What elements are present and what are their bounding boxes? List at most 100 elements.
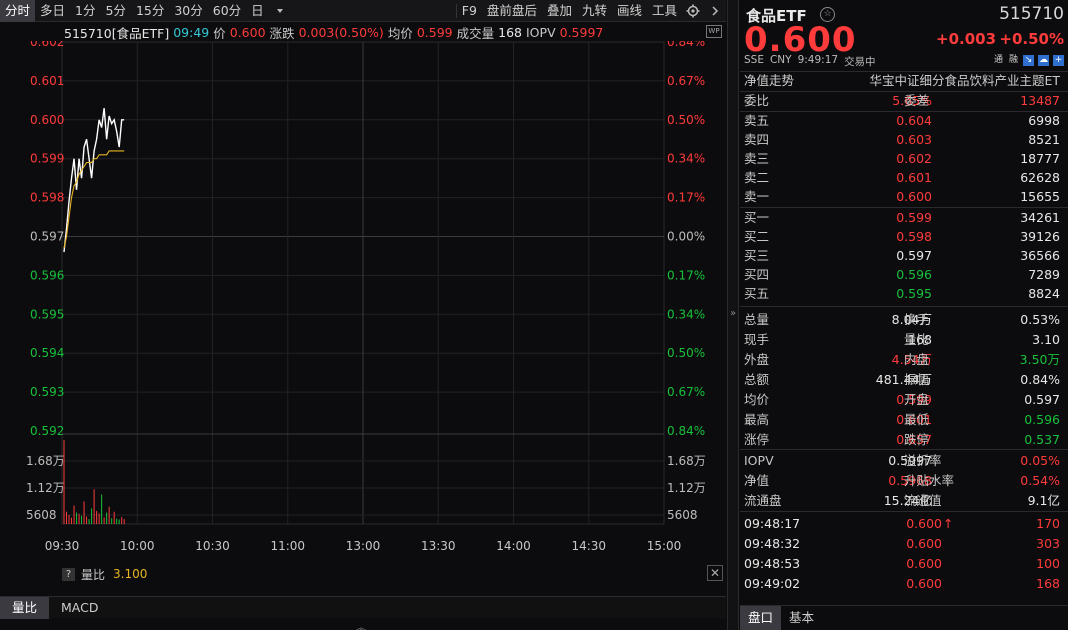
tab-60min[interactable]: 60分 [208,0,246,22]
ask-level-row[interactable]: 卖二 0.601 62628 [740,168,1068,187]
stat-row[interactable]: 最高 0.601 最低 0.596 [740,410,1068,429]
tab-order-book[interactable]: 盘口 [740,606,782,630]
bid-level-row[interactable]: 买二 0.598 39126 [740,227,1068,246]
cloud-icon[interactable]: ☁ [1038,55,1049,66]
bid-level-label: 买五 [744,286,770,301]
ask-level-label: 卖五 [744,113,770,128]
nav-trend-row[interactable]: 净值走势 华宝中证细分食品饮料产业主题ET [740,71,1068,90]
tab-macd[interactable]: MACD [49,597,110,619]
bid-level-row[interactable]: 买五 0.595 8824 [740,284,1068,303]
avg-label: 均价 [387,25,413,41]
ask-price: 0.600 [896,189,932,204]
stat-value: 0.597 [1024,392,1060,407]
tab-30min[interactable]: 30分 [169,0,207,22]
bid-level-row[interactable]: 买四 0.596 7289 [740,265,1068,284]
ask-level-row[interactable]: 卖五 0.604 6998 [740,111,1068,130]
pct-axis-label: 0.34% [667,307,705,321]
order-ratio-row: 委比 5.65% 委差 13487 [740,91,1068,110]
currency: CNY [769,54,792,66]
ask-level-row[interactable]: 卖一 0.600 15655 [740,187,1068,206]
tick-price: 0.600 [906,576,942,591]
ask-volume: 6998 [1028,113,1060,128]
stat-label: 换手 [904,312,930,327]
ask-price: 0.603 [896,132,932,147]
pre-post-market-button[interactable]: 盘前盘后 [482,0,542,22]
stat-row[interactable]: 现手 168 量比 3.10 [740,330,1068,349]
ask-level-row[interactable]: 卖三 0.602 18777 [740,149,1068,168]
panel-splitter[interactable]: » [727,0,739,630]
f9-button[interactable]: F9 [457,0,482,22]
header-avg: 0.599 [416,24,453,40]
tab-15min[interactable]: 15分 [131,0,169,22]
draw-line-button[interactable]: 画线 [612,0,647,22]
overlay-button[interactable]: 叠加 [542,0,577,22]
tick-time: 09:48:53 [744,556,801,571]
bid-price: 0.598 [896,229,932,244]
tab-1min[interactable]: 1分 [70,0,100,22]
ask-level-row[interactable]: 卖四 0.603 8521 [740,130,1068,149]
bid-volume: 36566 [1020,248,1060,263]
gear-icon[interactable] [682,0,704,22]
tick-time: 09:48:32 [744,536,801,551]
trade-tick-row[interactable]: 09:49:02 0.600 168 [740,574,1068,593]
stat-row[interactable]: 总量 8.04万 换手 0.53% [740,310,1068,329]
tools-button[interactable]: 工具 [647,0,682,22]
tab-day[interactable]: 日 [246,0,269,22]
header-price: 0.600 [229,24,266,40]
indicator-tabs: 量比 MACD [0,596,726,619]
chevron-right-icon[interactable] [704,0,726,22]
tick-price: 0.600 [906,516,942,531]
fund-stat-row[interactable]: IOPV 0.5997 溢折率 0.05% [740,451,1068,470]
triangle-down-icon[interactable] [269,0,291,22]
price-axis-label: 0.602 [30,41,64,49]
tab-intraday[interactable]: 分时 [0,0,36,22]
trend-icon[interactable]: ↘ [1023,55,1034,66]
weicha-label: 委差 [904,93,930,108]
help-icon[interactable]: ? [62,567,75,581]
bid-level-row[interactable]: 买一 0.599 34261 [740,208,1068,227]
bid-volume: 39126 [1020,229,1060,244]
stat-label: 升贴水率 [904,473,955,488]
stat-row[interactable]: 总额 481.44万 振幅 0.84% [740,370,1068,389]
bid-level-label: 买二 [744,229,770,244]
connect-icon[interactable]: 通 [993,55,1004,66]
volume-axis-label: 5608 [26,508,57,522]
nine-turn-button[interactable]: 九转 [577,0,612,22]
price-axis-label: 0.593 [30,385,64,399]
bid-price: 0.596 [896,267,932,282]
tab-basic[interactable]: 基本 [781,606,822,630]
stat-label: 量比 [904,332,930,347]
trade-tick-row[interactable]: 09:48:53 0.600 100 [740,554,1068,573]
pct-axis-label: 0.67% [667,385,705,399]
tab-5min[interactable]: 5分 [100,0,130,22]
tab-volume-ratio[interactable]: 量比 [0,597,50,619]
add-icon[interactable]: + [1053,55,1064,66]
pct-axis-label: 0.84% [667,424,705,438]
tick-arrow-icon: ↑ [943,516,954,531]
collapse-arrow-icon[interactable]: » [730,308,736,319]
stat-row[interactable]: 外盘 4.54万 内盘 3.50万 [740,350,1068,369]
intraday-chart[interactable]: 0.602 0.84% 0.601 0.67% 0.600 0.50% 0.599 0.34%… [0,41,726,565]
bid-level-row[interactable]: 买三 0.597 36566 [740,246,1068,265]
expand-up-icon[interactable]: ︽ [356,619,366,630]
tick-time: 09:49:02 [744,576,801,591]
wp-badge-icon[interactable]: WP [706,25,722,38]
time-axis-label: 14:00 [496,539,531,553]
fund-stat-row[interactable]: 净值 0.5968 升贴水率 0.54% [740,471,1068,490]
stat-row[interactable]: 均价 0.599 开盘 0.597 [740,390,1068,409]
exchange: SSE [744,54,764,66]
ask-price: 0.601 [896,170,932,185]
margin-icon[interactable]: 融 [1008,55,1019,66]
trade-tick-row[interactable]: 09:48:17 0.600 ↑ 170 [740,514,1068,533]
stat-label: 开盘 [904,392,930,407]
fund-stat-row[interactable]: 流通盘 15.24亿 流通值 9.1亿 [740,491,1068,510]
stat-row[interactable]: 涨停 0.657 跌停 0.537 [740,430,1068,449]
tick-volume: 170 [1036,516,1060,531]
tab-multi-day[interactable]: 多日 [35,0,70,22]
stat-value: 0.54% [1020,473,1060,488]
header-iopv: 0.5997 [559,24,604,40]
close-icon[interactable]: ✕ [707,565,723,581]
period-toolbar: 分时 多日 1分 5分 15分 30分 60分 日 F9 盘前盘后 叠加 九转 … [0,0,726,22]
bid-volume: 8824 [1028,286,1060,301]
trade-tick-row[interactable]: 09:48:32 0.600 303 [740,534,1068,553]
